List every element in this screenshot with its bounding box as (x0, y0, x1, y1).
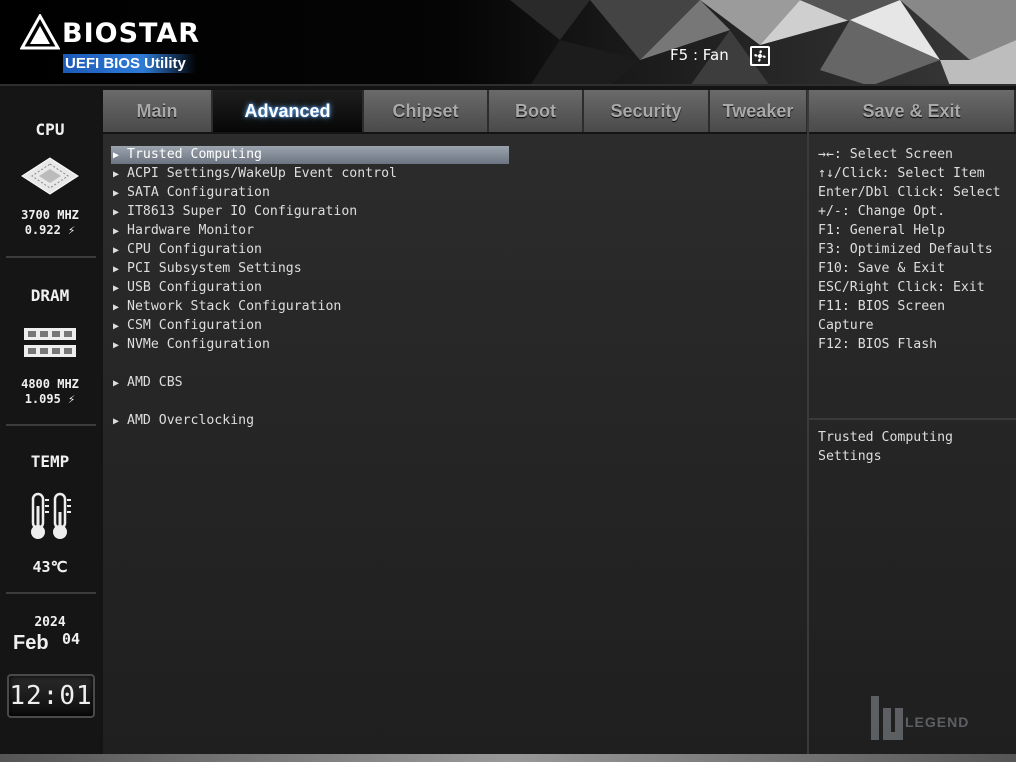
menu-item-label: CPU Configuration (127, 242, 262, 257)
help-key-line: F10: Save & Exit (818, 261, 946, 276)
submenu-arrow-icon: ▶ (113, 245, 120, 256)
menu-item-super-io-configuration[interactable]: ▶ IT8613 Super IO Configuration (111, 203, 509, 221)
header-bar: BIOSTAR UEFI BIOS Utility F5 : Fan (0, 0, 1016, 86)
help-key-line: F12: BIOS Flash (818, 337, 938, 352)
menu-item-label: IT8613 Super IO Configuration (127, 204, 358, 219)
menu-item-label: CSM Configuration (127, 318, 262, 333)
menu-item-pci-subsystem[interactable]: ▶ PCI Subsystem Settings (111, 260, 509, 278)
fan-icon[interactable] (750, 46, 770, 66)
date-day: 04 (62, 630, 81, 648)
help-key-line: ↑↓/Click: Select Item (818, 166, 985, 181)
dram-voltage: 1.095 ⚡ (24, 392, 76, 406)
dram-frequency: 4800 MHZ (21, 377, 79, 391)
tab-advanced[interactable]: Advanced (213, 90, 364, 132)
help-key-line: Enter/Dbl Click: Select (818, 185, 1001, 200)
help-key-line: F1: General Help (818, 223, 946, 238)
submenu-arrow-icon: ▶ (113, 321, 120, 332)
tab-bar: Main Advanced Chipset Boot Security Twea… (103, 90, 1016, 132)
watermark-text: LEGEND (905, 714, 970, 730)
tab-save-exit[interactable]: Save & Exit (809, 90, 1016, 132)
advanced-menu-panel: ▶ Trusted Computing ▶ ACPI Settings/WakeUp… (103, 134, 807, 754)
submenu-arrow-icon: ▶ (113, 340, 120, 351)
bottom-bar (0, 754, 1016, 762)
submenu-arrow-icon: ▶ (113, 264, 120, 275)
menu-item-amd-overclocking[interactable]: ▶ AMD Overclocking (111, 412, 509, 430)
menu-item-label: NVMe Configuration (127, 337, 270, 352)
temp-value: 43℃ (32, 558, 68, 576)
tab-security[interactable]: Security (584, 90, 710, 132)
tab-tweaker[interactable]: Tweaker (710, 90, 808, 132)
help-key-line: F11: BIOS Screen (818, 299, 946, 314)
menu-item-label: PCI Subsystem Settings (127, 261, 302, 276)
bios-subtitle: UEFI BIOS Utility (63, 54, 196, 73)
menu-item-label: AMD CBS (127, 375, 183, 390)
menu-item-label: SATA Configuration (127, 185, 270, 200)
submenu-arrow-icon: ▶ (113, 207, 120, 218)
help-key-line: ESC/Right Click: Exit (818, 280, 985, 295)
help-key-line: +/-: Change Opt. (818, 204, 946, 219)
status-sidebar: CPU 3700 MHZ 0.922 ⚡ DRAM 4800 MHZ 1.095… (0, 88, 100, 762)
fan-shortcut-hint[interactable]: F5 : Fan (670, 46, 729, 64)
submenu-arrow-icon: ▶ (113, 416, 120, 427)
cpu-title: CPU (35, 120, 65, 139)
date-month: Feb (13, 632, 49, 654)
temp-title: TEMP (30, 452, 70, 471)
dram-module-icon (24, 328, 76, 357)
sidebar-divider (6, 424, 96, 426)
submenu-arrow-icon: ▶ (113, 169, 120, 180)
menu-item-label: AMD Overclocking (127, 413, 255, 428)
clock-display: 12:01 (7, 674, 95, 718)
item-description: Trusted Computing (818, 430, 953, 445)
submenu-arrow-icon: ▶ (113, 226, 120, 237)
watermark-icon (871, 696, 903, 740)
cpu-frequency: 3700 MHZ (21, 208, 79, 222)
thermometer-icon (31, 492, 71, 539)
submenu-arrow-icon: ▶ (113, 188, 120, 199)
menu-item-cpu-configuration[interactable]: ▶ CPU Configuration (111, 241, 509, 259)
tab-boot[interactable]: Boot (489, 90, 584, 132)
menu-item-csm-configuration[interactable]: ▶ CSM Configuration (111, 317, 509, 335)
menu-item-amd-cbs[interactable]: ▶ AMD CBS (111, 374, 509, 392)
menu-item-trusted-computing[interactable]: ▶ Trusted Computing (111, 146, 509, 164)
menu-item-network-stack[interactable]: ▶ Network Stack Configuration (111, 298, 509, 316)
menu-item-label: Trusted Computing (127, 147, 262, 162)
menu-item-sata-configuration[interactable]: ▶ SATA Configuration (111, 184, 509, 202)
submenu-arrow-icon: ▶ (113, 283, 120, 294)
tab-main[interactable]: Main (103, 90, 213, 132)
help-key-line: →←: Select Screen (818, 147, 953, 162)
dram-title: DRAM (30, 286, 70, 305)
menu-item-hardware-monitor[interactable]: ▶ Hardware Monitor (111, 222, 509, 240)
menu-item-label: ACPI Settings/WakeUp Event control (127, 166, 397, 181)
menu-item-nvme-configuration[interactable]: ▶ NVMe Configuration (111, 336, 509, 354)
brand-name: BIOSTAR (62, 18, 201, 49)
sidebar-divider (6, 592, 96, 594)
submenu-arrow-icon: ▶ (113, 378, 120, 389)
menu-item-acpi-settings[interactable]: ▶ ACPI Settings/WakeUp Event control (111, 165, 509, 183)
cpu-voltage: 0.922 ⚡ (24, 223, 76, 237)
menu-item-label: Network Stack Configuration (127, 299, 342, 314)
date-year: 2024 (34, 615, 66, 630)
sidebar-divider (6, 256, 96, 258)
header-artwork (510, 0, 1016, 84)
submenu-arrow-icon: ▶ (113, 302, 120, 313)
submenu-arrow-icon: ▶ (113, 150, 120, 161)
help-key-line: F3: Optimized Defaults (818, 242, 993, 257)
biostar-logo-icon (20, 14, 60, 50)
menu-item-label: USB Configuration (127, 280, 262, 295)
cpu-chip-icon (21, 157, 79, 195)
help-divider (809, 418, 1016, 420)
menu-item-label: Hardware Monitor (127, 223, 255, 238)
item-description: Settings (818, 449, 882, 464)
menu-item-usb-configuration[interactable]: ▶ USB Configuration (111, 279, 509, 297)
tab-chipset[interactable]: Chipset (364, 90, 489, 132)
help-key-line: Capture (818, 318, 874, 333)
help-panel: →←: Select Screen ↑↓/Click: Select Item … (809, 134, 1016, 754)
